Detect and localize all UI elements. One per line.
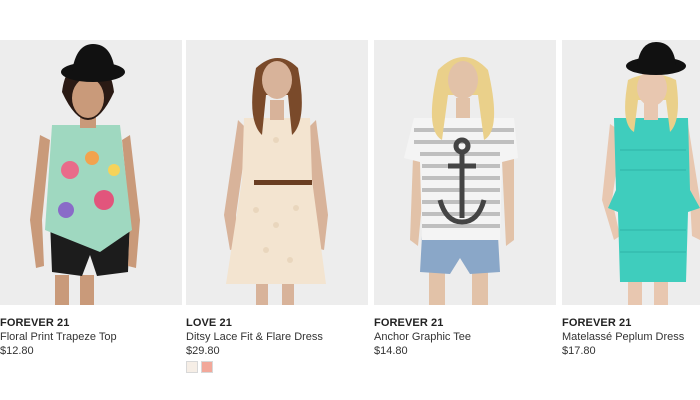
product-photo xyxy=(186,40,368,305)
product-grid: FOREVER 21 Floral Print Trapeze Top $12.… xyxy=(0,0,700,400)
product-brand[interactable]: LOVE 21 xyxy=(186,317,232,329)
product-photo xyxy=(0,40,182,305)
product-price: $14.80 xyxy=(374,345,408,357)
product-brand[interactable]: FOREVER 21 xyxy=(374,317,443,329)
product-image[interactable] xyxy=(562,40,700,305)
product-card[interactable]: FOREVER 21 Matelassé Peplum Dress $17.80 xyxy=(562,40,700,375)
product-price: $12.80 xyxy=(0,345,34,357)
product-name[interactable]: Matelassé Peplum Dress xyxy=(562,331,684,343)
swatch-coral[interactable] xyxy=(201,361,213,373)
swatch-cream[interactable] xyxy=(186,361,198,373)
product-card[interactable]: LOVE 21 Ditsy Lace Fit & Flare Dress $29… xyxy=(186,40,368,375)
product-image[interactable] xyxy=(0,40,182,305)
product-card[interactable]: FOREVER 21 Anchor Graphic Tee $14.80 xyxy=(374,40,556,375)
product-name[interactable]: Ditsy Lace Fit & Flare Dress xyxy=(186,331,323,343)
product-price: $29.80 xyxy=(186,345,220,357)
product-photo xyxy=(374,40,556,305)
product-photo xyxy=(562,40,700,305)
product-name[interactable]: Floral Print Trapeze Top xyxy=(0,331,117,343)
product-brand[interactable]: FOREVER 21 xyxy=(0,317,69,329)
product-image[interactable] xyxy=(374,40,556,305)
product-card[interactable]: FOREVER 21 Floral Print Trapeze Top $12.… xyxy=(0,40,182,375)
product-image[interactable] xyxy=(186,40,368,305)
product-name[interactable]: Anchor Graphic Tee xyxy=(374,331,471,343)
product-price: $17.80 xyxy=(562,345,596,357)
product-brand[interactable]: FOREVER 21 xyxy=(562,317,631,329)
color-swatches xyxy=(186,361,213,373)
